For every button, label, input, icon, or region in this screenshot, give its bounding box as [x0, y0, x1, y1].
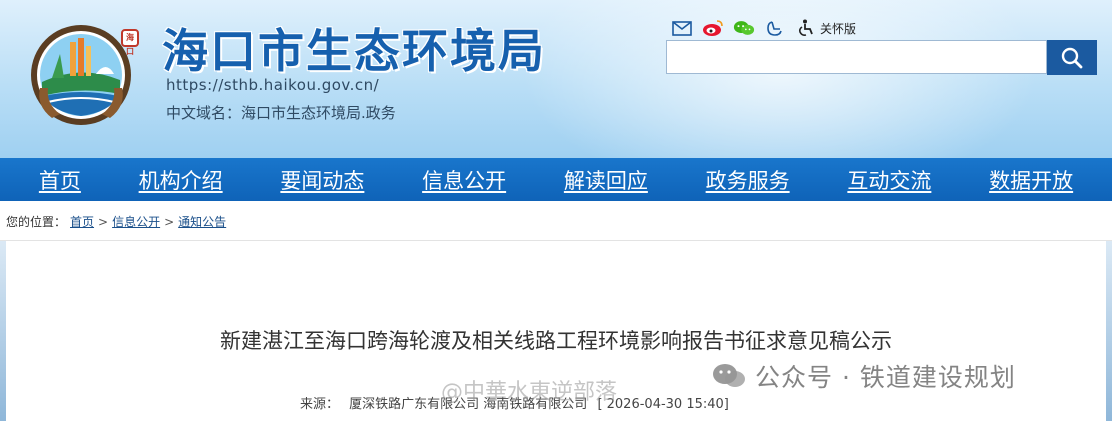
site-header: 海口 海口市生态环境局 https://sthb.haikou.gov.cn/ …	[0, 0, 1112, 158]
logo-seal: 海口	[121, 29, 139, 56]
site-url: https://sthb.haikou.gov.cn/	[166, 76, 380, 94]
wechat-icon[interactable]	[733, 18, 755, 38]
breadcrumb-disclosure[interactable]: 信息公开	[112, 213, 160, 230]
main-nav: 首页 机构介绍 要闻动态 信息公开 解读回应 政务服务 互动交流 数据开放	[0, 158, 1112, 201]
nav-item-interaction[interactable]: 互动交流	[847, 165, 931, 195]
care-mode-link[interactable]: 关怀版	[820, 20, 856, 37]
breadcrumb-prefix: 您的位置：	[6, 215, 67, 229]
wechat-watermark-icon	[713, 364, 745, 387]
accessibility-icon[interactable]	[764, 18, 786, 38]
watermark-text: 公众号 · 铁道建设规划	[755, 363, 1016, 392]
breadcrumb-bar: 您的位置： 首页 > 信息公开 > 通知公告	[0, 201, 1112, 241]
search-button[interactable]	[1047, 40, 1097, 75]
source-label: 来源：	[300, 397, 340, 412]
right-background-strip	[1106, 241, 1112, 421]
breadcrumb-home[interactable]: 首页	[70, 213, 94, 230]
breadcrumb: 您的位置： 首页 > 信息公开 > 通知公告	[6, 213, 226, 230]
article-date: [ 2026-04-30 15:40]	[597, 397, 729, 412]
site-title[interactable]: 海口市生态环境局	[162, 22, 546, 80]
search-input[interactable]	[667, 41, 1046, 73]
site-logo[interactable]	[30, 24, 132, 126]
watermark-secondary: @中華水東逆部落	[441, 380, 618, 405]
nav-item-home[interactable]: 首页	[39, 165, 81, 195]
accessible-mode-icon[interactable]	[795, 18, 817, 38]
nav-item-organization[interactable]: 机构介绍	[139, 165, 223, 195]
nav-item-news[interactable]: 要闻动态	[280, 165, 364, 195]
nav-item-disclosure[interactable]: 信息公开	[422, 165, 506, 195]
search-icon	[1061, 47, 1083, 68]
breadcrumb-separator: >	[164, 214, 175, 229]
breadcrumb-separator: >	[98, 214, 109, 229]
article-title: 新建湛江至海口跨海轮渡及相关线路工程环境影响报告书征求意见稿公示	[220, 329, 892, 353]
mail-icon[interactable]	[671, 18, 693, 38]
nav-item-interpretation[interactable]: 解读回应	[564, 165, 648, 195]
breadcrumb-notices[interactable]: 通知公告	[178, 213, 226, 230]
nav-item-services[interactable]: 政务服务	[706, 165, 790, 195]
site-domain: 中文域名：海口市生态环境局.政务	[166, 104, 396, 122]
weibo-icon[interactable]	[702, 18, 724, 38]
search-box	[666, 40, 1047, 74]
watermark: 公众号 · 铁道建设规划	[711, 356, 1016, 396]
nav-item-open-data[interactable]: 数据开放	[989, 165, 1073, 195]
header-tools: 关怀版	[671, 17, 856, 39]
